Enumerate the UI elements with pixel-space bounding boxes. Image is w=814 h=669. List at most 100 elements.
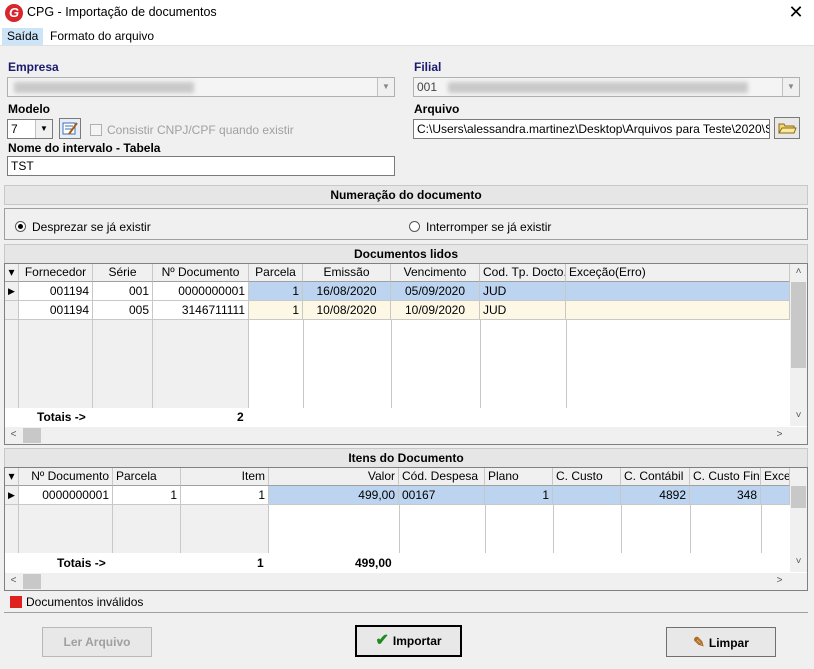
docs-vertical-scrollbar[interactable]: ˄ ˅ [790, 264, 807, 426]
itens-totals-label: Totais -> [57, 556, 106, 570]
divider [4, 612, 808, 613]
col-fornecedor[interactable]: Fornecedor [19, 264, 93, 282]
grid-filler [5, 505, 19, 553]
folder-open-icon [778, 123, 797, 134]
itens-vertical-scrollbar[interactable]: ˅ [790, 468, 807, 572]
col-excecao[interactable]: Exceção(Erro) [566, 264, 790, 282]
table-cell[interactable]: 0000000001 [19, 486, 113, 505]
table-cell[interactable]: 499,00 [269, 486, 399, 505]
empresa-select[interactable]: ▼ [7, 77, 395, 97]
grid-filler [181, 505, 269, 553]
filial-select[interactable]: 001 ▼ [413, 77, 800, 97]
table-cell[interactable]: 005 [93, 301, 153, 320]
table-cell[interactable]: 348 [690, 486, 761, 505]
table-cell[interactable]: 001194 [19, 282, 93, 301]
scroll-left-icon[interactable]: < [5, 429, 22, 440]
numeracao-header: Numeração do documento [4, 185, 808, 205]
limpar-button[interactable]: ✎ Limpar [666, 627, 776, 657]
chevron-down-icon: ▼ [35, 120, 52, 138]
table-cell[interactable]: JUD [480, 301, 566, 320]
intervalo-value: TST [11, 159, 34, 173]
col-parcela[interactable]: Parcela [249, 264, 303, 282]
table-cell[interactable] [761, 486, 790, 505]
menu-bar: Saída Formato do arquivo [0, 26, 814, 46]
scroll-left-icon[interactable]: < [5, 575, 22, 586]
row-indicator [5, 301, 19, 320]
table-cell[interactable]: 1 [249, 282, 303, 301]
table-cell[interactable]: 16/08/2020 [303, 282, 391, 301]
modelo-select[interactable]: 7 ▼ [7, 119, 53, 139]
scroll-down-icon[interactable]: ˅ [790, 556, 807, 567]
table-cell[interactable]: JUD [480, 282, 566, 301]
chevron-down-icon: ▼ [377, 78, 394, 96]
col-item[interactable]: Item [181, 468, 269, 486]
col-nr-documento[interactable]: Nº Documento [153, 264, 249, 282]
invalid-legend-label: Documentos inválidos [26, 595, 144, 609]
table-cell[interactable]: 10/09/2020 [391, 301, 480, 320]
col-excecao[interactable]: Exce [761, 468, 790, 486]
checkmark-icon: ✔ [375, 632, 389, 649]
table-cell[interactable]: 001 [93, 282, 153, 301]
table-cell[interactable]: 4892 [621, 486, 690, 505]
col-c-contabil[interactable]: C. Contábil [621, 468, 690, 486]
table-cell[interactable] [553, 486, 621, 505]
desprezar-radio[interactable] [15, 221, 26, 232]
table-cell[interactable]: 00167 [399, 486, 485, 505]
col-cod-despesa[interactable]: Cód. Despesa [399, 468, 485, 486]
table-cell[interactable]: 1 [249, 301, 303, 320]
eraser-icon: ✎ [693, 634, 705, 650]
ler-arquivo-button[interactable]: Ler Arquivo [42, 627, 152, 657]
modelo-label: Modelo [8, 102, 50, 116]
close-icon[interactable]: ✕ [786, 2, 806, 22]
table-cell[interactable]: 05/09/2020 [391, 282, 480, 301]
edit-icon [62, 122, 78, 135]
consistir-checkbox[interactable] [90, 124, 102, 136]
col-serie[interactable]: Série [93, 264, 153, 282]
importar-button[interactable]: ✔ Importar [355, 625, 462, 657]
itens-totals-count: 1 [257, 556, 264, 570]
table-cell[interactable]: 001194 [19, 301, 93, 320]
scroll-down-icon[interactable]: ˅ [790, 410, 807, 421]
table-cell[interactable]: 0000000001 [153, 282, 249, 301]
docs-totals-label: Totais -> [37, 410, 86, 424]
invalid-legend-swatch [10, 596, 22, 608]
arquivo-value: C:\Users\alessandra.martinez\Desktop\Arq… [417, 122, 770, 136]
importar-label: Importar [392, 634, 442, 648]
col-c-custo-fin[interactable]: C. Custo Fin. [690, 468, 761, 486]
grid-menu-icon[interactable]: ▾ [5, 468, 19, 486]
consistir-label: Consistir CNPJ/CPF quando existir [107, 123, 294, 137]
col-valor[interactable]: Valor [269, 468, 399, 486]
scroll-up-icon[interactable]: ˄ [790, 266, 807, 277]
col-c-custo[interactable]: C. Custo [553, 468, 621, 486]
table-cell[interactable]: 1 [485, 486, 553, 505]
docs-horizontal-scrollbar[interactable]: < > [5, 427, 807, 444]
browse-button[interactable] [774, 117, 800, 139]
col-nr-documento[interactable]: Nº Documento [19, 468, 113, 486]
table-cell[interactable]: 10/08/2020 [303, 301, 391, 320]
title-bar: G CPG - Importação de documentos ✕ [0, 0, 814, 26]
arquivo-input[interactable]: C:\Users\alessandra.martinez\Desktop\Arq… [413, 119, 770, 139]
itens-totals-valor: 499,00 [355, 556, 392, 570]
menu-formato-arquivo[interactable]: Formato do arquivo [45, 28, 159, 45]
table-cell[interactable]: 1 [113, 486, 181, 505]
col-parcela[interactable]: Parcela [113, 468, 181, 486]
intervalo-input[interactable]: TST [7, 156, 395, 176]
menu-saida[interactable]: Saída [2, 28, 44, 45]
row-indicator-icon: ▶ [5, 486, 19, 505]
interromper-radio[interactable] [409, 221, 420, 232]
col-emissao[interactable]: Emissão [303, 264, 391, 282]
scroll-right-icon[interactable]: > [771, 429, 788, 440]
col-plano[interactable]: Plano [485, 468, 553, 486]
col-vencimento[interactable]: Vencimento [391, 264, 480, 282]
edit-model-button[interactable] [59, 118, 81, 139]
table-cell[interactable] [566, 282, 790, 301]
documentos-grid: ▾ Fornecedor Série Nº Documento Parcela … [4, 263, 808, 445]
table-cell[interactable] [566, 301, 790, 320]
itens-horizontal-scrollbar[interactable]: < > [5, 573, 807, 590]
scroll-right-icon[interactable]: > [771, 575, 788, 586]
grid-menu-icon[interactable]: ▾ [5, 264, 19, 282]
table-cell[interactable]: 1 [181, 486, 269, 505]
table-cell[interactable]: 3146711111 [153, 301, 249, 320]
empresa-label: Empresa [8, 60, 59, 74]
col-cod-tp-docto[interactable]: Cod. Tp. Docto. [480, 264, 566, 282]
